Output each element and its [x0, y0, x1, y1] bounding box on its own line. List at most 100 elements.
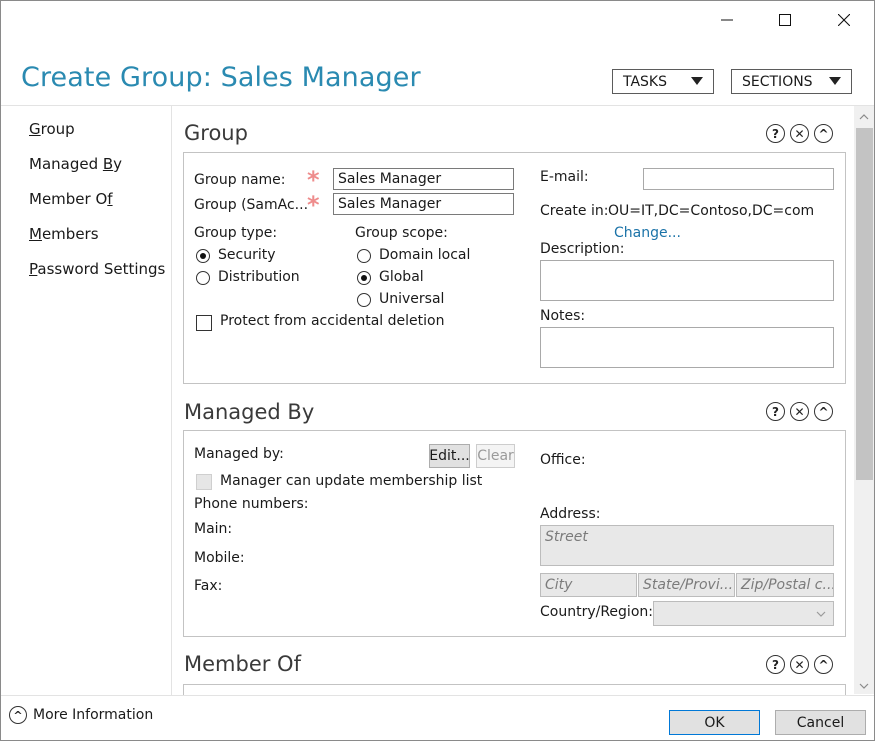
notes-label: Notes:	[540, 308, 586, 324]
address-label: Address:	[540, 506, 601, 522]
group-type-security-radio[interactable]	[196, 249, 210, 263]
change-link[interactable]: Change...	[614, 225, 681, 241]
cancel-button[interactable]: Cancel	[775, 710, 866, 735]
nav-item-group[interactable]: Group	[29, 113, 165, 148]
description-label: Description:	[540, 241, 625, 257]
collapse-icon[interactable]: ^	[814, 402, 833, 421]
protect-deletion-label: Protect from accidental deletion	[220, 313, 445, 329]
header-divider	[1, 105, 874, 106]
create-group-window: Create Group: Sales Manager TASKS SECTIO…	[0, 0, 875, 741]
nav-item-managed-by[interactable]: Managed By	[29, 148, 165, 183]
group-name-input[interactable]: Sales Manager	[333, 168, 514, 190]
scope-domain-local-label: Domain local	[379, 247, 471, 263]
create-in-label: Create in:	[540, 203, 609, 219]
managed-by-section-title: Managed By	[184, 400, 315, 424]
minimize-button[interactable]	[698, 1, 756, 39]
collapse-icon[interactable]: ^	[814, 124, 833, 143]
sections-label: SECTIONS	[742, 73, 813, 90]
nav-item-label: Members	[29, 225, 99, 243]
close-window-button[interactable]	[815, 1, 873, 39]
help-icon[interactable]: ?	[766, 402, 785, 421]
protect-deletion-checkbox[interactable]	[196, 315, 212, 331]
member-of-section-controls: ? ✕ ^	[766, 655, 833, 674]
member-of-panel	[183, 684, 846, 695]
nav-item-label: Password Settings	[29, 260, 166, 278]
minimize-icon	[721, 19, 733, 21]
phone-fax-label: Fax:	[194, 578, 223, 594]
chevron-down-icon	[816, 611, 826, 617]
managed-by-label: Managed by:	[194, 446, 284, 462]
help-icon[interactable]: ?	[766, 124, 785, 143]
nav-item-label: Member Of	[29, 190, 113, 208]
nav-item-password-settings[interactable]: Password Settings	[29, 253, 165, 288]
sections-dropdown[interactable]: SECTIONS	[731, 69, 852, 94]
notes-input[interactable]	[540, 327, 834, 368]
create-in-value: OU=IT,DC=Contoso,DC=com	[608, 203, 815, 219]
phone-mobile-label: Mobile:	[194, 550, 245, 566]
zip-field[interactable]: Zip/Postal c...	[736, 573, 834, 597]
member-of-section-title: Member Of	[184, 652, 301, 676]
required-icon: *	[307, 166, 320, 194]
group-type-distribution-radio[interactable]	[196, 271, 210, 285]
manager-update-label: Manager can update membership list	[220, 473, 483, 489]
help-icon[interactable]: ?	[766, 655, 785, 674]
more-information-label: More Information	[33, 707, 154, 723]
close-section-icon[interactable]: ✕	[790, 655, 809, 674]
dropdown-arrow-icon	[829, 77, 841, 85]
scope-domain-local-radio[interactable]	[357, 249, 371, 263]
tasks-dropdown[interactable]: TASKS	[612, 69, 714, 94]
maximize-icon	[779, 14, 791, 26]
dropdown-arrow-icon	[691, 77, 703, 85]
scroll-down-icon[interactable]	[859, 683, 869, 689]
tasks-label: TASKS	[623, 73, 667, 90]
edit-manager-button[interactable]: Edit...	[429, 444, 470, 468]
more-information-toggle[interactable]: ^ More Information	[9, 706, 153, 724]
nav-item-label: Managed By	[29, 155, 123, 173]
ok-button[interactable]: OK	[669, 710, 760, 735]
maximize-button[interactable]	[756, 1, 814, 39]
nav-item-members[interactable]: Members	[29, 218, 165, 253]
city-field[interactable]: City	[540, 573, 637, 597]
close-icon	[838, 14, 850, 26]
managed-by-section-controls: ? ✕ ^	[766, 402, 833, 421]
group-section-controls: ? ✕ ^	[766, 124, 833, 143]
close-section-icon[interactable]: ✕	[790, 124, 809, 143]
scope-global-radio[interactable]	[357, 271, 371, 285]
scrollbar-thumb[interactable]	[856, 128, 873, 480]
nav-item-label: Group	[29, 120, 75, 138]
samaccount-input[interactable]: Sales Manager	[333, 193, 514, 215]
group-scope-label: Group scope:	[355, 225, 448, 241]
scope-global-label: Global	[379, 269, 424, 285]
group-section-title: Group	[184, 121, 248, 145]
country-label: Country/Region:	[540, 604, 653, 620]
phone-main-label: Main:	[194, 521, 233, 537]
scope-universal-radio[interactable]	[357, 293, 371, 307]
expand-up-icon: ^	[9, 706, 27, 724]
section-nav: Group Managed By Member Of Members Passw…	[29, 113, 165, 288]
nav-divider	[171, 105, 172, 695]
vertical-scrollbar[interactable]	[854, 106, 874, 694]
scope-universal-label: Universal	[379, 291, 445, 307]
title-bar	[1, 1, 874, 39]
group-type-security-label: Security	[218, 247, 276, 263]
office-label: Office:	[540, 452, 586, 468]
phone-numbers-label: Phone numbers:	[194, 496, 309, 512]
email-input[interactable]	[643, 168, 834, 190]
collapse-icon[interactable]: ^	[814, 655, 833, 674]
state-field[interactable]: State/Provi...	[638, 573, 735, 597]
required-icon: *	[307, 191, 320, 219]
manager-update-checkbox[interactable]	[196, 474, 212, 490]
scroll-up-icon[interactable]	[859, 114, 869, 120]
country-select[interactable]	[653, 601, 834, 626]
group-type-distribution-label: Distribution	[218, 269, 300, 285]
footer-divider	[1, 695, 874, 696]
nav-item-member-of[interactable]: Member Of	[29, 183, 165, 218]
close-section-icon[interactable]: ✕	[790, 402, 809, 421]
clear-manager-button[interactable]: Clear	[476, 444, 515, 468]
page-title: Create Group: Sales Manager	[21, 62, 421, 93]
group-name-label: Group name:	[194, 172, 286, 188]
email-label: E-mail:	[540, 169, 589, 185]
description-input[interactable]	[540, 260, 834, 301]
group-type-label: Group type:	[194, 225, 278, 241]
street-field[interactable]: Street	[540, 525, 834, 566]
